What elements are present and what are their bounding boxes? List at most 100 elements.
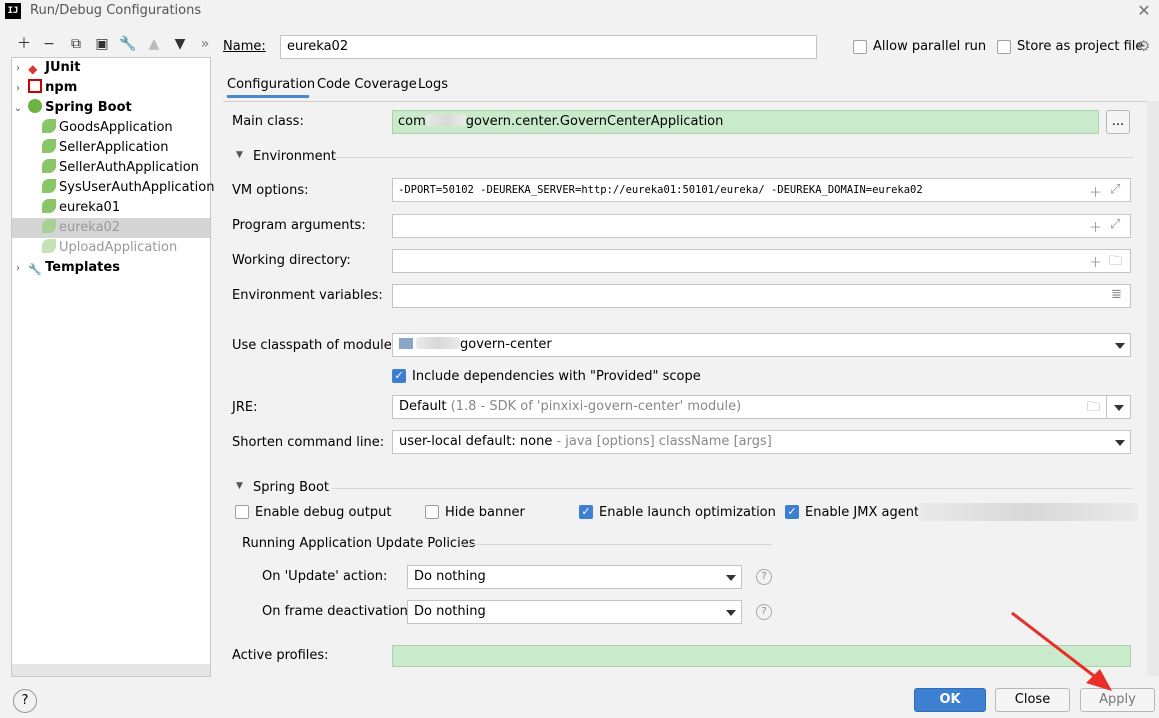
allow-parallel-checkbox[interactable] [853,40,867,54]
working-directory-label: Working directory: [232,253,351,268]
tree-item-upload[interactable]: UploadApplication [12,238,210,258]
browse-main-class-button[interactable]: ... [1106,110,1130,134]
chevron-down-icon[interactable] [726,610,736,616]
launch-optimization-checkbox[interactable]: ✓ [579,505,593,519]
tree-item-label: Templates [45,260,120,275]
plus-icon[interactable]: ＋ [1089,182,1102,201]
tree-item-templates[interactable]: › 🔧 Templates [12,258,210,278]
tab-logs[interactable]: Logs [418,76,448,98]
config-tree[interactable]: › ◆ JUnit › npm ⌄ Spring Boot GoodsApplic… [11,57,214,677]
tree-item-spring-boot[interactable]: ⌄ Spring Boot [12,98,210,118]
list-icon[interactable]: ≣ [1111,287,1122,302]
tree-item-junit[interactable]: › ◆ JUnit [12,58,210,78]
update-action-select[interactable]: Do nothing [407,565,742,589]
chevron-down-icon[interactable] [1114,405,1124,411]
debug-output-label: Enable debug output [255,505,392,520]
name-label: Name: [223,39,266,54]
frame-deactivation-select[interactable]: Do nothing [407,600,742,624]
chevron-down-icon[interactable]: ▼ [236,481,243,491]
hide-banner-checkbox[interactable] [425,505,439,519]
minus-icon[interactable]: − [40,35,58,53]
chevron-down-icon[interactable]: ▼ [236,150,243,160]
folder-icon[interactable]: 🗀 [1087,398,1100,420]
chevron-down-icon[interactable] [1115,343,1125,349]
frame-deactivation-label: On frame deactivation: [262,604,413,619]
gear-icon[interactable]: ⚙ [1137,37,1150,55]
window-title: Run/Debug Configurations [30,3,202,18]
chevron-right-icon[interactable]: › [12,259,24,279]
intellij-logo-icon: IJ [5,3,21,19]
jre-value: Default [399,399,447,414]
folder-icon[interactable]: 🗀 [1109,252,1122,274]
tree-item-npm[interactable]: › npm [12,78,210,98]
plus-icon[interactable]: ＋ [1089,252,1102,271]
redacted-blur [425,114,466,126]
spring-leaf-icon [42,239,56,253]
save-icon[interactable]: ▣ [93,35,111,53]
ok-button[interactable]: OK [914,688,986,712]
environment-variables-label: Environment variables: [232,288,383,303]
name-input[interactable]: eureka02 [280,35,817,59]
tab-code-coverage[interactable]: Code Coverage [317,76,417,98]
store-project-checkbox[interactable] [997,40,1011,54]
jmx-agent-checkbox[interactable]: ✓ [785,505,799,519]
main-class-prefix: com [398,114,426,129]
working-directory-input[interactable] [392,249,1131,273]
environment-variables-input[interactable] [392,284,1131,308]
program-arguments-input[interactable] [392,214,1131,238]
chevron-down-icon[interactable] [1115,440,1125,446]
divider [460,544,772,545]
tree-item-sellerauth[interactable]: SellerAuthApplication [12,158,210,178]
plus-icon[interactable]: ＋ [15,35,33,53]
tree-item-eureka01[interactable]: eureka01 [12,198,210,218]
include-dependencies-checkbox[interactable]: ✓ [392,369,406,383]
npm-icon [28,79,43,93]
help-icon[interactable]: ? [756,604,772,620]
tree-item-sysuserauth[interactable]: SysUserAuthApplication [12,178,214,198]
copy-icon[interactable]: ⧉ [67,35,85,53]
expand-icon[interactable]: ⤢ [1110,182,1120,197]
tab-configuration[interactable]: Configuration [227,76,315,98]
tree-item-label: npm [45,80,78,95]
shorten-value: user-local default: none [399,434,553,449]
update-action-label: On 'Update' action: [262,569,388,584]
shorten-command-select[interactable]: user-local default: none - java [options… [392,430,1131,454]
chevron-right-icon[interactable]: › [12,59,24,79]
spring-leaf-icon [42,179,56,193]
classpath-module-value: govern-center [460,337,552,352]
debug-output-checkbox[interactable] [235,505,249,519]
wrench-icon[interactable]: 🔧 [119,35,137,53]
main-class-input[interactable]: com govern.center.GovernCenterApplication [392,110,1099,134]
help-icon[interactable]: ? [756,569,772,585]
tree-item-label: Spring Boot [45,100,132,115]
chevron-down-icon[interactable]: ⌄ [12,99,24,119]
jre-select[interactable]: Default (1.8 - SDK of 'pinxixi-govern-ce… [392,395,1107,419]
tree-item-seller[interactable]: SellerApplication [12,138,210,158]
main-class-label: Main class: [232,114,304,129]
tree-item-label: UploadApplication [59,240,178,255]
tree-item-label: SysUserAuthApplication [59,180,215,195]
tree-item-eureka02[interactable]: eureka02 [12,218,210,238]
chevron-down-icon[interactable] [726,575,736,581]
vm-options-input[interactable]: -DPORT=50102 -DEUREKA_SERVER=http://eure… [392,178,1131,202]
classpath-module-select[interactable]: govern-center [392,333,1131,357]
close-window-icon[interactable]: ✕ [1130,0,1158,22]
expand-icon[interactable]: ⤢ [1110,217,1120,232]
spring-leaf-icon [42,139,56,153]
config-scrollbar[interactable] [1147,101,1159,676]
spring-boot-section-title: Spring Boot [253,480,330,495]
tree-item-goods[interactable]: GoodsApplication [12,118,210,138]
more-icon[interactable]: » [196,35,214,53]
arrow-up-icon[interactable]: ▲ [145,35,163,53]
help-button[interactable]: ? [13,689,37,713]
tree-horizontal-scrollbar[interactable] [12,664,210,676]
redacted-blur [416,337,460,349]
redacted-blur [918,503,1138,521]
chevron-right-icon[interactable]: › [12,79,24,99]
tree-item-label: JUnit [45,60,81,75]
store-project-label: Store as project file [1017,39,1144,54]
include-dependencies-label: Include dependencies with "Provided" sco… [412,369,701,384]
environment-section-title: Environment [253,149,337,164]
arrow-down-icon[interactable]: ▼ [171,35,189,53]
plus-icon[interactable]: ＋ [1089,217,1102,236]
